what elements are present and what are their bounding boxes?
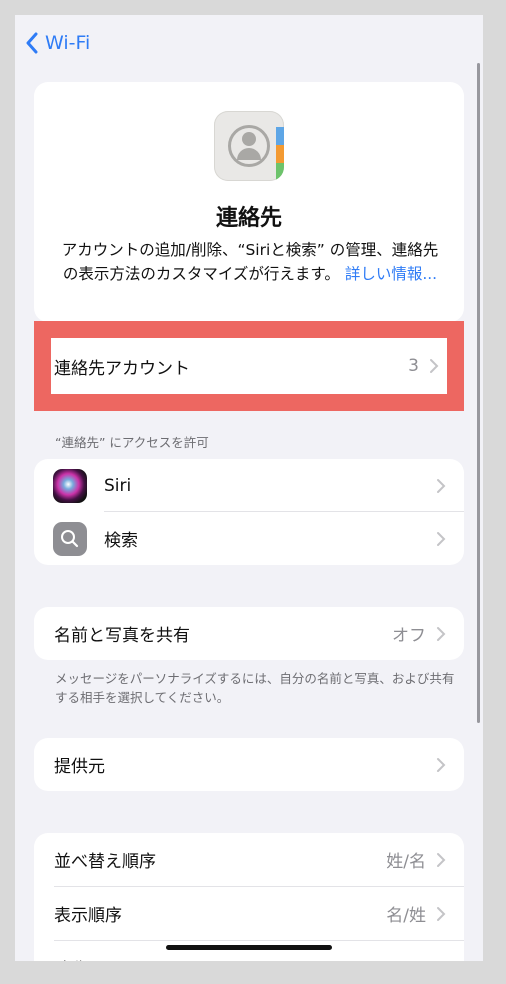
share-label: 名前と写真を共有	[54, 626, 190, 646]
learn-more-link[interactable]: 詳しい情報...	[345, 265, 437, 283]
chevron-right-icon	[437, 906, 446, 921]
share-note: メッセージをパーソナライズするには、自分の名前と写真、および共有する相手を選択し…	[55, 671, 455, 705]
sort-order-value: 姓/名	[386, 852, 426, 872]
accounts-count: 3	[408, 356, 419, 376]
share-value: オフ	[392, 626, 426, 646]
scrollbar[interactable]	[477, 63, 480, 723]
contacts-header-card: 連絡先 アカウントの追加/削除、“Siriと検索” の管理、連絡先の表示方法のカ…	[34, 82, 464, 322]
list-item-siri[interactable]: Siri	[34, 459, 464, 512]
settings-screen: Wi-Fi 連絡先 アカウントの追加/削除、“Siriと検索” の管理、連絡先の…	[15, 15, 483, 961]
provider-label: 提供元	[54, 757, 105, 777]
highlight-box: 連絡先アカウント 3	[34, 321, 464, 411]
provider-row[interactable]: 提供元	[34, 738, 464, 791]
chevron-right-icon	[430, 359, 439, 373]
access-list: Siri 検索	[34, 459, 464, 565]
list-item-search[interactable]: 検索	[34, 512, 464, 565]
back-label: Wi-Fi	[45, 32, 91, 54]
display-order-label: 表示順序	[54, 906, 122, 926]
sort-order-row[interactable]: 並べ替え順序 姓/名	[34, 833, 464, 886]
chevron-right-icon	[437, 478, 446, 493]
short-name-row[interactable]: 略称	[34, 941, 464, 961]
header-description: アカウントの追加/削除、“Siriと検索” の管理、連絡先の表示方法のカスタマイ…	[54, 238, 446, 286]
short-name-label: 略称	[34, 955, 88, 961]
back-button[interactable]: Wi-Fi	[25, 23, 90, 63]
display-order-row[interactable]: 表示順序 名/姓	[34, 887, 464, 940]
chevron-right-icon	[437, 960, 439, 961]
page-title: 連絡先	[215, 206, 282, 231]
search-icon	[53, 521, 87, 556]
siri-label: Siri	[104, 475, 132, 496]
chevron-right-icon	[437, 757, 446, 772]
share-name-photo-row[interactable]: 名前と写真を共有 オフ	[34, 607, 464, 660]
contacts-accounts-row[interactable]: 連絡先アカウント 3	[51, 338, 447, 394]
share-card: 名前と写真を共有 オフ	[34, 607, 464, 660]
chevron-right-icon	[437, 531, 446, 546]
provider-card: 提供元	[34, 738, 464, 791]
display-options-card: 並べ替え順序 姓/名 表示順序 名/姓 略称	[34, 833, 464, 961]
siri-icon	[53, 468, 87, 503]
chevron-right-icon	[437, 852, 446, 867]
access-section-caption: “連絡先” にアクセスを許可	[55, 435, 209, 450]
search-label: 検索	[104, 531, 138, 551]
display-order-value: 名/姓	[386, 906, 426, 926]
accounts-label: 連絡先アカウント	[54, 358, 190, 379]
sort-order-label: 並べ替え順序	[54, 852, 156, 872]
chevron-right-icon	[437, 626, 446, 641]
home-indicator[interactable]	[166, 945, 332, 950]
chevron-left-icon	[26, 32, 38, 54]
contacts-app-icon	[214, 111, 284, 181]
